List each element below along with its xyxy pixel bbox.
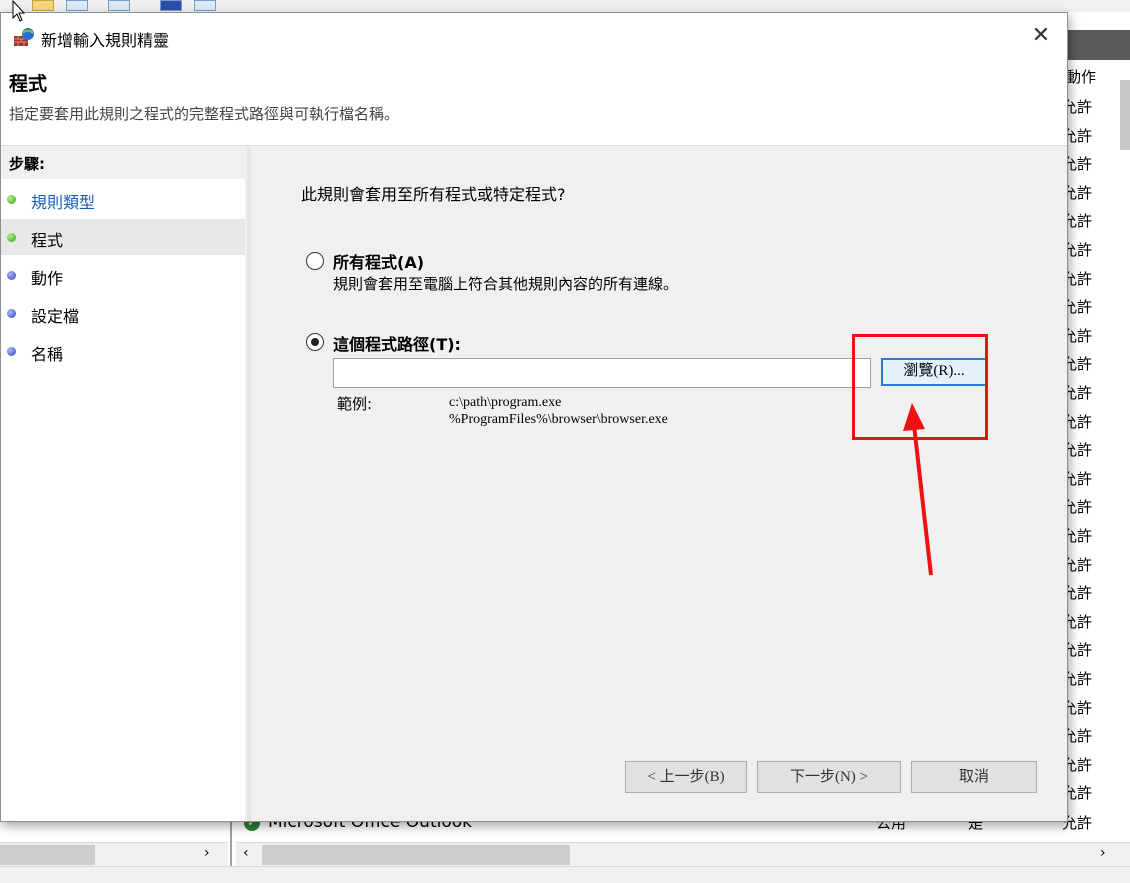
step-status-dot-icon xyxy=(7,233,16,242)
background-toolbar xyxy=(0,0,1130,12)
step-label: 名稱 xyxy=(31,345,64,364)
steps-panel: 步驟: 規則類型程式動作設定檔名稱 xyxy=(1,147,245,821)
mouse-cursor-icon xyxy=(12,0,26,22)
program-path-radio[interactable] xyxy=(306,333,324,351)
view-toolbar-icon[interactable] xyxy=(194,0,216,11)
page-description: 指定要套用此規則之程式的完整程式路徑與可執行檔名稱。 xyxy=(9,105,400,123)
steps-header: 步驟: xyxy=(1,147,245,179)
step-item: 設定檔 xyxy=(1,295,245,331)
all-programs-description: 規則會套用至電腦上符合其他規則內容的所有連線。 xyxy=(333,275,679,293)
annotation-arrow-icon xyxy=(903,403,933,576)
step-label: 程式 xyxy=(31,231,64,250)
edit-toolbar-icon[interactable] xyxy=(108,0,130,11)
program-path-label[interactable]: 這個程式路徑(T): xyxy=(333,331,461,355)
back-button[interactable]: < 上一步(B) xyxy=(625,761,747,793)
back-toolbar-icon[interactable] xyxy=(66,0,88,11)
right-scrollbar-thumb[interactable] xyxy=(262,845,570,865)
step-item: 程式 xyxy=(1,219,245,255)
radio-selected-dot xyxy=(311,338,319,346)
cancel-button[interactable]: 取消 xyxy=(911,761,1037,793)
example-path-1: c:\path\program.exe xyxy=(449,395,562,410)
step-status-dot-icon xyxy=(7,271,16,280)
scroll-right-arrow-icon[interactable]: › xyxy=(204,845,210,861)
example-label: 範例: xyxy=(337,395,373,413)
background-vertical-scrollbar[interactable] xyxy=(1120,80,1130,150)
program-path-input[interactable] xyxy=(333,358,871,388)
page-title: 程式 xyxy=(9,73,48,95)
dialog-title: 新增輸入規則精靈 xyxy=(41,31,170,50)
scroll-right-arrow-icon[interactable]: › xyxy=(1100,845,1106,861)
scroll-left-arrow-icon[interactable]: ‹ xyxy=(243,845,249,861)
pane-divider[interactable] xyxy=(230,820,232,870)
example-path-2: %ProgramFiles%\browser\browser.exe xyxy=(449,412,668,427)
help-toolbar-icon[interactable] xyxy=(160,0,182,11)
step-label: 設定檔 xyxy=(31,307,80,326)
left-scrollbar-thumb[interactable] xyxy=(0,845,95,865)
background-column-title[interactable]: 動作 xyxy=(1066,66,1096,87)
close-icon: ✕ xyxy=(1031,23,1051,48)
close-button[interactable]: ✕ xyxy=(1021,21,1061,51)
step-item: 規則類型 xyxy=(1,181,245,217)
all-programs-label[interactable]: 所有程式(A) xyxy=(333,249,424,273)
wizard-header: 程式 指定要套用此規則之程式的完整程式路徑與可執行檔名稱。 xyxy=(1,57,1067,146)
next-button[interactable]: 下一步(N) > xyxy=(757,761,901,793)
all-programs-radio[interactable] xyxy=(306,252,324,270)
folder-icon[interactable] xyxy=(32,0,54,11)
step-item: 名稱 xyxy=(1,333,245,369)
content-separator xyxy=(247,147,251,821)
step-label[interactable]: 規則類型 xyxy=(31,189,95,213)
step-item: 動作 xyxy=(1,257,245,293)
step-status-dot-icon xyxy=(7,195,16,204)
question-text: 此規則會套用至所有程式或特定程式? xyxy=(301,185,566,204)
step-status-dot-icon xyxy=(7,309,16,318)
dialog-titlebar[interactable]: 新增輸入規則精靈 ✕ xyxy=(1,13,1067,57)
steps-title: 步驟: xyxy=(9,155,45,173)
firewall-icon xyxy=(14,28,34,46)
step-status-dot-icon xyxy=(7,347,16,356)
status-bar xyxy=(0,866,1130,883)
background-column-header-bar xyxy=(1062,30,1130,60)
step-label: 動作 xyxy=(31,269,64,288)
